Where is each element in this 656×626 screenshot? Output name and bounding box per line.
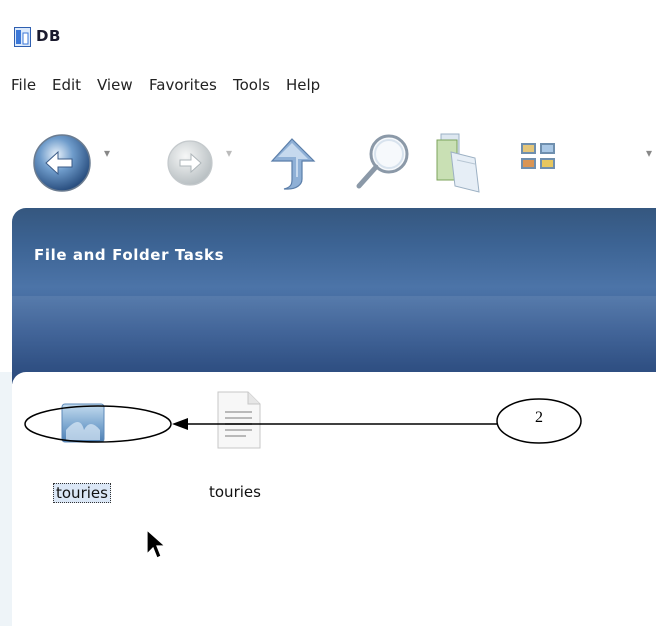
- callout-number: 2: [535, 409, 543, 426]
- mouse-cursor-icon: [146, 528, 167, 559]
- highlight-ellipse: [24, 405, 172, 443]
- annotation-layer: [24, 398, 582, 444]
- arrow-head: [172, 418, 188, 430]
